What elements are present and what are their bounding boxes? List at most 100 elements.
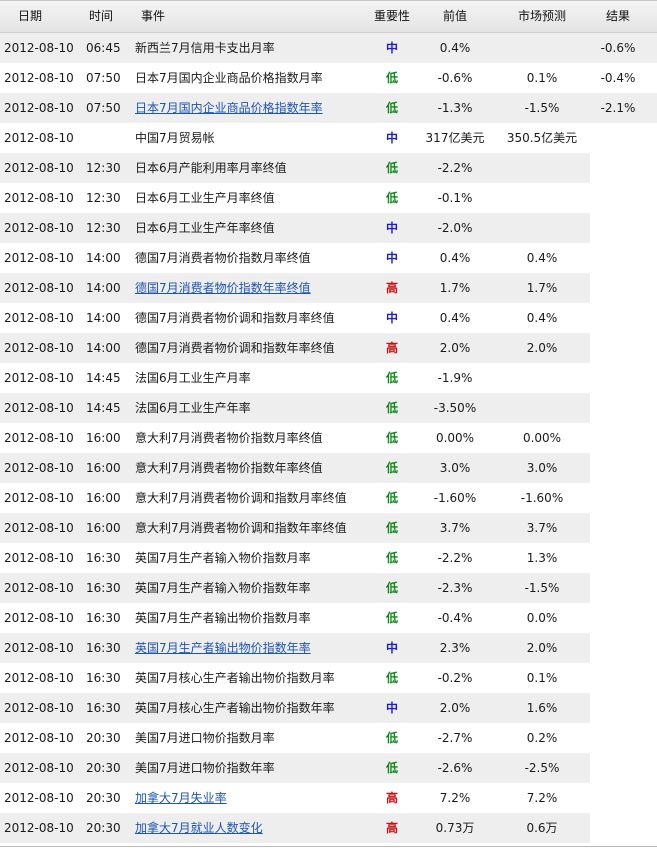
cell-event: 中国7月贸易帐 <box>135 131 215 145</box>
table-row: 2012-08-10 20:30 美国7月进口物价指数月率 低 -2.7% 0.2% <box>0 723 657 753</box>
cell-previous: 1.7% <box>439 281 471 295</box>
cell-result <box>586 303 650 333</box>
cell-forecast: -1.60% <box>520 491 564 505</box>
cell-time: 16:00 <box>86 491 121 505</box>
cell-event: 英国7月核心生产者输出物价指数年率 <box>135 701 335 715</box>
table-row: 2012-08-10 16:00 意大利7月消费者物价指数年率终值 低 3.0% 3.0% <box>0 453 657 483</box>
cell-forecast: 0.0% <box>526 611 558 625</box>
table-row: 2012-08-10 16:30 英国7月核心生产者输出物价指数年率 中 2.0% 1.6… <box>0 693 657 723</box>
cell-previous: 2.0% <box>439 341 471 355</box>
importance-badge: 低 <box>385 761 398 775</box>
event-link[interactable]: 英国7月生产者输出物价指数年率 <box>135 633 311 663</box>
cell-result <box>586 693 650 723</box>
table-bottom-border <box>0 846 657 847</box>
cell-time: 20:30 <box>86 731 121 745</box>
cell-event: 法国6月工业生产年率 <box>135 401 251 415</box>
cell-time: 16:30 <box>86 581 121 595</box>
cell-result <box>586 573 650 603</box>
cell-previous: 0.4% <box>439 311 471 325</box>
cell-forecast: -1.5% <box>524 581 560 595</box>
cell-forecast <box>498 213 586 243</box>
cell-date: 2012-08-10 <box>4 701 74 715</box>
importance-badge: 低 <box>385 161 398 175</box>
cell-forecast: 7.2% <box>526 791 558 805</box>
cell-result <box>586 273 650 303</box>
event-link[interactable]: 加拿大7月就业人数变化 <box>135 813 263 843</box>
cell-time: 16:30 <box>86 701 121 715</box>
cell-time: 16:00 <box>86 461 121 475</box>
cell-result <box>586 513 650 543</box>
cell-event: 新西兰7月信用卡支出月率 <box>135 41 275 55</box>
cell-result <box>586 423 650 453</box>
cell-time: 14:00 <box>86 251 121 265</box>
cell-date: 2012-08-10 <box>4 521 74 535</box>
table-row: 2012-08-10 16:30 英国7月生产者输入物价指数月率 低 -2.2% 1.3% <box>0 543 657 573</box>
cell-result <box>586 603 650 633</box>
importance-badge: 中 <box>385 641 398 655</box>
header-date: 日期 <box>18 9 43 23</box>
cell-previous: 0.4% <box>439 41 471 55</box>
cell-date: 2012-08-10 <box>4 401 74 415</box>
cell-forecast <box>498 33 586 63</box>
cell-time: 14:00 <box>86 281 121 295</box>
importance-badge: 中 <box>385 131 398 145</box>
cell-previous: 0.73万 <box>435 821 475 835</box>
cell-forecast: 1.3% <box>526 551 558 565</box>
cell-previous: -0.6% <box>437 71 473 85</box>
cell-time: 07:50 <box>86 101 121 115</box>
cell-forecast <box>498 183 586 213</box>
cell-forecast <box>498 363 586 393</box>
cell-time: 14:00 <box>86 311 121 325</box>
table-header: 日期 时间 事件 重要性 前值 市场预测 结果 <box>0 0 657 33</box>
cell-result <box>586 543 650 573</box>
importance-badge: 低 <box>385 671 398 685</box>
importance-badge: 高 <box>385 281 398 295</box>
header-event: 事件 <box>141 9 166 23</box>
cell-result <box>586 363 650 393</box>
cell-date: 2012-08-10 <box>4 581 74 595</box>
importance-badge: 低 <box>385 551 398 565</box>
header-importance: 重要性 <box>373 9 410 23</box>
cell-previous: -1.9% <box>437 371 473 385</box>
event-link[interactable]: 日本7月国内企业商品价格指数年率 <box>135 93 323 123</box>
table-row: 2012-08-10 12:30 日本6月工业生产月率终值 低 -0.1% <box>0 183 657 213</box>
importance-badge: 低 <box>385 191 398 205</box>
cell-date: 2012-08-10 <box>4 131 74 145</box>
cell-event: 法国6月工业生产月率 <box>135 371 251 385</box>
table-row: 2012-08-10 06:45 新西兰7月信用卡支出月率 中 0.4% -0.6% <box>0 33 657 63</box>
cell-event: 德国7月消费者物价指数月率终值 <box>135 251 311 265</box>
table-row: 2012-08-10 14:00 德国7月消费者物价指数年率终值 高 1.7% 1.7% <box>0 273 657 303</box>
cell-result <box>586 723 650 753</box>
event-link[interactable]: 加拿大7月失业率 <box>135 783 227 813</box>
event-link[interactable]: 德国7月消费者物价指数年率终值 <box>135 273 311 303</box>
cell-result: -2.1% <box>600 101 636 115</box>
importance-badge: 低 <box>385 491 398 505</box>
cell-date: 2012-08-10 <box>4 611 74 625</box>
table-row: 2012-08-10 14:00 德国7月消费者物价调和指数年率终值 高 2.0% 2.0… <box>0 333 657 363</box>
importance-badge: 中 <box>385 251 398 265</box>
cell-forecast <box>498 393 586 423</box>
cell-time: 12:30 <box>86 221 121 235</box>
table-row: 2012-08-10 07:50 日本7月国内企业商品价格指数月率 低 -0.6% 0.1… <box>0 63 657 93</box>
cell-event: 意大利7月消费者物价调和指数月率终值 <box>135 491 347 505</box>
cell-result <box>586 453 650 483</box>
cell-event: 意大利7月消费者物价调和指数年率终值 <box>135 521 347 535</box>
cell-forecast: 0.1% <box>526 71 558 85</box>
cell-date: 2012-08-10 <box>4 371 74 385</box>
cell-time: 16:30 <box>86 641 121 655</box>
cell-date: 2012-08-10 <box>4 791 74 805</box>
cell-previous: -2.2% <box>437 161 473 175</box>
cell-previous: -2.7% <box>437 731 473 745</box>
cell-forecast: 1.7% <box>526 281 558 295</box>
cell-forecast: -2.5% <box>524 761 560 775</box>
cell-time: 20:30 <box>86 821 121 835</box>
importance-badge: 低 <box>385 731 398 745</box>
cell-result <box>586 813 650 843</box>
cell-event: 英国7月核心生产者输出物价指数月率 <box>135 671 335 685</box>
cell-date: 2012-08-10 <box>4 491 74 505</box>
cell-forecast: 0.2% <box>526 731 558 745</box>
table-row: 2012-08-10 14:00 德国7月消费者物价调和指数月率终值 中 0.4% 0.4… <box>0 303 657 333</box>
table-row: 2012-08-10 16:00 意大利7月消费者物价调和指数年率终值 低 3.7% 3.… <box>0 513 657 543</box>
cell-event: 日本6月工业生产年率终值 <box>135 221 275 235</box>
cell-time: 20:30 <box>86 791 121 805</box>
